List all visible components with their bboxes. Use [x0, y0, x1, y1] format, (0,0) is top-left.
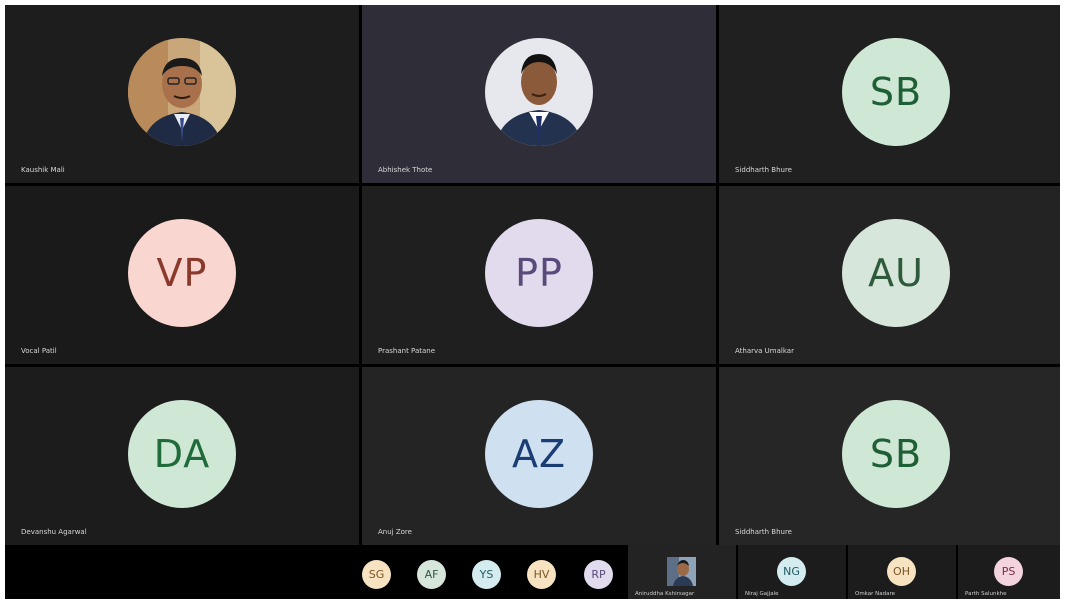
overflow-avatar[interactable]: AF: [417, 560, 446, 589]
participant-initials-avatar: OH: [887, 557, 916, 586]
participant-name: Siddharth Bhure: [735, 166, 792, 174]
participant-initials-avatar: SB: [842, 38, 950, 146]
participant-name: Prashant Patane: [378, 347, 436, 355]
participant-name: Abhishek Thote: [378, 166, 433, 174]
participant-name: Kaushik Mali: [21, 166, 65, 174]
participant-tile-2[interactable]: Abhishek Thote: [362, 5, 716, 183]
participant-tile-8[interactable]: AZ Anuj Zore: [362, 367, 716, 545]
video-grid: Kaushik Mali Abhishek Thote SB Siddharth…: [5, 5, 1060, 545]
participant-photo-avatar: [128, 38, 236, 146]
participant-tile-3[interactable]: SB Siddharth Bhure: [719, 5, 1060, 183]
participant-initials-avatar: SB: [842, 400, 950, 508]
strip-participant-tile[interactable]: PS Parth Salunkhe: [958, 545, 1060, 599]
strip-participant-tile[interactable]: Aniruddha Kshirsagar: [628, 545, 736, 599]
participant-initials-avatar: AU: [842, 219, 950, 327]
participant-initials-avatar: PP: [485, 219, 593, 327]
participant-name: Niraj Gajjale: [745, 591, 779, 597]
participant-tile-1[interactable]: Kaushik Mali: [5, 5, 359, 183]
participant-name: Anuj Zore: [378, 528, 412, 536]
participant-name: Atharva Umalkar: [735, 347, 794, 355]
participant-initials-avatar: PS: [994, 557, 1023, 586]
participant-tile-5[interactable]: PP Prashant Patane: [362, 186, 716, 364]
participant-initials-avatar: VP: [128, 219, 236, 327]
participant-name: Vocal Patil: [21, 347, 57, 355]
participant-photo-avatar: [667, 557, 696, 586]
overflow-avatar[interactable]: RP: [584, 560, 613, 589]
participant-name: Parth Salunkhe: [965, 591, 1007, 597]
overflow-avatar[interactable]: HV: [527, 560, 556, 589]
participant-tile-6[interactable]: AU Atharva Umalkar: [719, 186, 1060, 364]
participant-name: Omkar Nadare: [855, 591, 896, 597]
participant-tile-4[interactable]: VP Vocal Patil: [5, 186, 359, 364]
participant-name: Devanshu Agarwal: [21, 528, 87, 536]
participant-name: Aniruddha Kshirsagar: [635, 591, 695, 597]
participant-initials-avatar: AZ: [485, 400, 593, 508]
strip-participant-tile[interactable]: OH Omkar Nadare: [848, 545, 956, 599]
overflow-avatar[interactable]: SG: [362, 560, 391, 589]
meeting-window: Kaushik Mali Abhishek Thote SB Siddharth…: [5, 5, 1060, 599]
participant-strip: SG AF YS HV RP Aniruddha Kshirsagar NG N…: [5, 545, 1060, 599]
participant-name: Siddharth Bhure: [735, 528, 792, 536]
participant-tile-7[interactable]: DA Devanshu Agarwal: [5, 367, 359, 545]
participant-initials-avatar: NG: [777, 557, 806, 586]
strip-participant-tile[interactable]: NG Niraj Gajjale: [738, 545, 846, 599]
person-photo-icon: [128, 38, 236, 146]
participant-tile-9[interactable]: SB Siddharth Bhure: [719, 367, 1060, 545]
participant-photo-avatar: [485, 38, 593, 146]
overflow-avatar[interactable]: YS: [472, 560, 501, 589]
participant-initials-avatar: DA: [128, 400, 236, 508]
person-photo-icon: [485, 38, 593, 146]
person-photo-icon: [667, 557, 696, 586]
